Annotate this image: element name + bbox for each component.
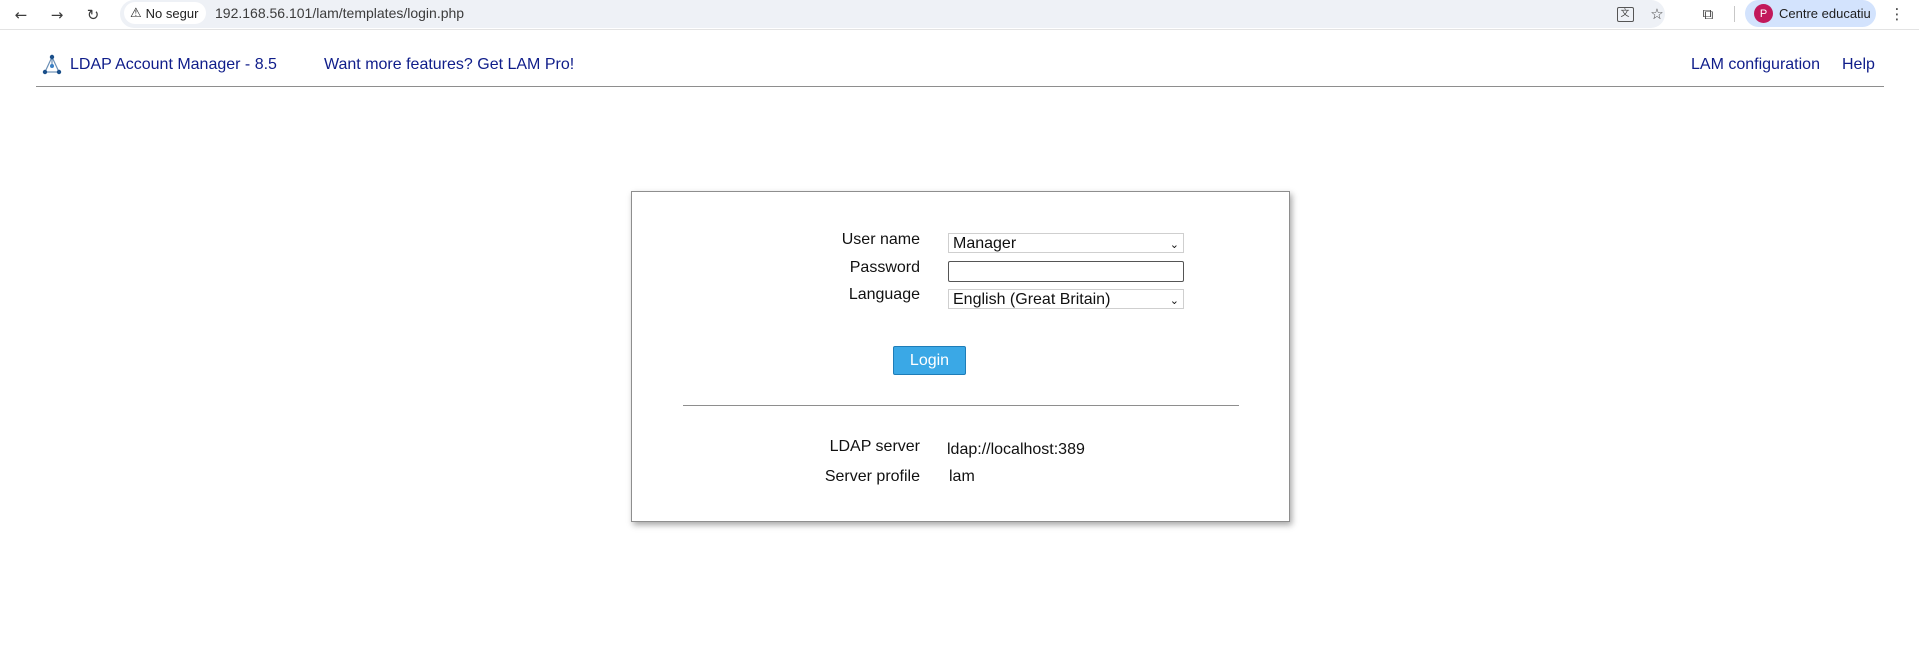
browser-toolbar: ← → ↻ ⚠ No segur 192.168.56.101/lam/temp… <box>0 0 1919 30</box>
profile-name: Centre educatiu <box>1779 6 1871 21</box>
toolbar-divider <box>1734 6 1735 22</box>
avatar: P <box>1754 4 1773 23</box>
password-label: Password <box>849 259 920 276</box>
forward-arrow-icon[interactable]: → <box>45 3 69 27</box>
server-profile-label: Server profile <box>824 468 920 485</box>
language-select[interactable]: English (Great Britain) ⌄ <box>948 289 1184 309</box>
reload-icon[interactable]: ↻ <box>81 3 105 27</box>
lam-pro-link[interactable]: Want more features? Get LAM Pro! <box>324 56 574 74</box>
username-select[interactable]: Manager ⌄ <box>948 233 1184 253</box>
menu-kebab-icon[interactable]: ⋮ <box>1885 2 1909 26</box>
login-button[interactable]: Login <box>893 346 966 375</box>
chevron-down-icon: ⌄ <box>1169 238 1179 251</box>
lam-configuration-link[interactable]: LAM configuration <box>1691 56 1820 74</box>
server-profile-value: lam <box>949 468 975 485</box>
lam-logo-icon <box>42 54 62 75</box>
lam-header: LDAP Account Manager - 8.5 Want more fea… <box>36 50 1884 87</box>
language-select-value: English (Great Britain) <box>953 291 1111 308</box>
language-label: Language <box>848 286 920 303</box>
security-label: No segur <box>145 5 199 21</box>
bookmark-star-icon[interactable]: ☆ <box>1645 2 1669 26</box>
help-link[interactable]: Help <box>1842 56 1875 74</box>
ldap-server-label: LDAP server <box>829 438 920 455</box>
login-panel: User name Manager ⌄ Password Language En… <box>631 191 1290 522</box>
warning-icon: ⚠ <box>130 5 142 21</box>
profile-button[interactable]: P Centre educatiu <box>1745 0 1876 27</box>
username-select-value: Manager <box>953 235 1017 252</box>
divider <box>683 405 1239 406</box>
url-text[interactable]: 192.168.56.101/lam/templates/login.php <box>215 5 464 21</box>
chevron-down-icon: ⌄ <box>1169 294 1179 307</box>
username-label: User name <box>841 231 920 248</box>
password-input[interactable] <box>948 261 1184 282</box>
security-indicator[interactable]: ⚠ No segur <box>124 2 207 24</box>
ldap-server-value: ldap://localhost:389 <box>947 441 1085 458</box>
translate-icon[interactable]: 文 <box>1613 2 1637 26</box>
back-arrow-icon[interactable]: ← <box>9 3 33 27</box>
app-title-link[interactable]: LDAP Account Manager - 8.5 <box>70 56 277 74</box>
extensions-icon[interactable]: ⧉ <box>1696 2 1720 26</box>
